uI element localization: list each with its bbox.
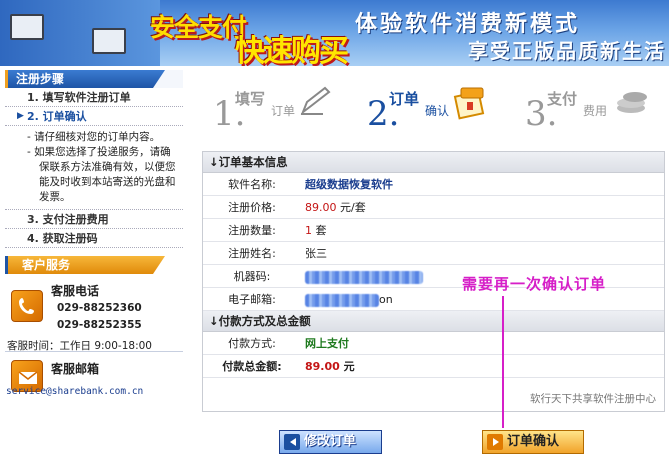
step-text: 支付: [547, 90, 578, 108]
row-quantity: 注册数量: 1 套: [203, 219, 664, 242]
price-label: 注册价格:: [228, 201, 276, 214]
row-price: 注册价格: 89.00 元/套: [203, 196, 664, 219]
row-pay-method: 付款方式: 网上支付: [203, 332, 664, 355]
machine-code-label: 机器码:: [233, 270, 271, 283]
redacted-value: [305, 270, 423, 284]
step-text: 确认: [425, 104, 450, 118]
confirm-order-label: 订单确认: [507, 434, 560, 449]
pay-method-value: 网上支付: [305, 337, 349, 350]
phone-number-2: 029-88252355: [57, 319, 142, 331]
pen-icon: [300, 86, 331, 115]
total-label: 付款总金额:: [222, 360, 282, 373]
quantity-unit: 套: [312, 224, 327, 237]
service-title: 客户服务: [5, 256, 183, 274]
computer-icon: [92, 28, 126, 54]
banner-headline-1: 体验软件消费新模式: [355, 12, 581, 37]
banner-slogan-fast: 快速购买: [235, 34, 349, 66]
name-label: 注册姓名:: [228, 247, 276, 260]
section-title: 订单基本信息: [218, 155, 288, 169]
mail-title: 客服邮箱: [51, 362, 100, 376]
phone-number-1: 029-88252360: [57, 302, 142, 314]
sidebar-step-1[interactable]: 1. 填写软件注册订单: [5, 88, 183, 107]
software-label: 软件名称:: [228, 178, 276, 191]
annotation-text: 需要再一次确认订单: [462, 275, 607, 293]
sidebar-title: 注册步骤: [5, 70, 183, 88]
step-text: 填写: [235, 90, 266, 108]
modify-order-label: 修改订单: [304, 434, 357, 449]
arrow-down-icon: ↓: [209, 314, 219, 328]
section-title: 付款方式及总金额: [218, 314, 311, 328]
name-value: 张三: [305, 247, 327, 260]
price-value: 89.00: [305, 201, 337, 214]
step-text: 费用: [583, 104, 608, 118]
arrow-left-icon: [284, 434, 300, 450]
phone-title: 客服电话: [51, 284, 100, 298]
service-phone-box: 客服电话 029-88252360 029-88252355 客服时间：工作日 …: [5, 274, 183, 352]
service-mail-box: 客服邮箱 service@sharebank.com.cn: [5, 352, 183, 404]
section-payment: ↓付款方式及总金额: [203, 311, 664, 332]
machine-code-value: [305, 265, 423, 288]
quantity-label: 注册数量:: [228, 224, 276, 237]
step-text: 订单: [271, 104, 296, 118]
annotation-line: [502, 296, 504, 428]
arrow-down-icon: ↓: [209, 155, 219, 169]
phone-icon: [11, 290, 43, 322]
price-value-wrap: 89.00 元/套: [305, 196, 366, 219]
price-unit: 元/套: [336, 201, 366, 214]
total-value-wrap: 89.00 元: [305, 355, 355, 378]
pay-method-label: 付款方式:: [228, 337, 276, 350]
software-value: 超级数据恢复软件: [305, 178, 393, 191]
modify-order-button[interactable]: 修改订单: [279, 430, 382, 454]
calendar-icon: [453, 87, 485, 120]
header-banner: 安全支付 快速购买 体验软件消费新模式 享受正版品质新生活: [0, 0, 669, 66]
banner-slogan-safe: 安全支付: [150, 13, 247, 42]
computer-icon: [10, 14, 44, 40]
total-value: 89.00: [305, 360, 340, 373]
quantity-value: 1: [305, 224, 312, 237]
sidebar-steps: 1. 填写软件注册订单 ▶ 2. 订单确认 - 请仔细核对您的订单内容。 - 如果…: [5, 88, 183, 248]
footer-note: 软行天下共享软件注册中心: [530, 393, 656, 405]
sidebar-step-label: 2. 订单确认: [27, 110, 87, 123]
service-hours: 客服时间：工作日 9:00-18:00: [7, 340, 152, 352]
progress-step-3: 3. 支付 费用: [525, 82, 655, 134]
section-order-info: ↓订单基本信息: [203, 152, 664, 173]
substep-text: - 请仔细核对您的订单内容。: [27, 131, 161, 143]
banner-headline-2: 享受正版品质新生活: [468, 39, 666, 63]
confirm-order-button[interactable]: 订单确认: [482, 430, 584, 454]
coins-icon: [617, 92, 647, 113]
email-value: on: [305, 288, 393, 311]
email-suffix: on: [379, 293, 393, 306]
sidebar-step-3[interactable]: 3. 支付注册费用: [5, 210, 183, 229]
progress-step-1: 1. 填写 订单: [213, 82, 333, 134]
redacted-value: [305, 293, 379, 307]
email-label: 电子邮箱:: [228, 293, 276, 306]
arrow-right-icon: ▶: [17, 111, 24, 121]
row-total: 付款总金额: 89.00 元: [203, 355, 664, 378]
mail-address[interactable]: service@sharebank.com.cn: [6, 386, 143, 397]
substep-text: - 如果您选择了投递服务，请确保联系方法准确有效，以便您能及时收到本站寄送的光盘…: [27, 146, 176, 203]
progress-step-2: 2. 订单 确认: [367, 82, 497, 134]
sidebar-substeps: - 请仔细核对您的订单内容。 - 如果您选择了投递服务，请确保联系方法准确有效，…: [5, 126, 183, 210]
arrow-right-icon: [487, 434, 503, 450]
step-text: 订单: [389, 90, 420, 108]
total-unit: 元: [339, 360, 355, 373]
sidebar-step-2[interactable]: ▶ 2. 订单确认: [5, 107, 183, 126]
quantity-value-wrap: 1 套: [305, 219, 327, 242]
row-software: 软件名称: 超级数据恢复软件: [203, 173, 664, 196]
sidebar: 注册步骤 1. 填写软件注册订单 ▶ 2. 订单确认 - 请仔细核对您的订单内容。…: [5, 70, 183, 404]
progress-steps: 1. 填写 订单 2. 订单 确认 3. 支付 费用: [207, 82, 667, 134]
sidebar-step-4[interactable]: 4. 获取注册码: [5, 229, 183, 248]
row-name: 注册姓名: 张三: [203, 242, 664, 265]
